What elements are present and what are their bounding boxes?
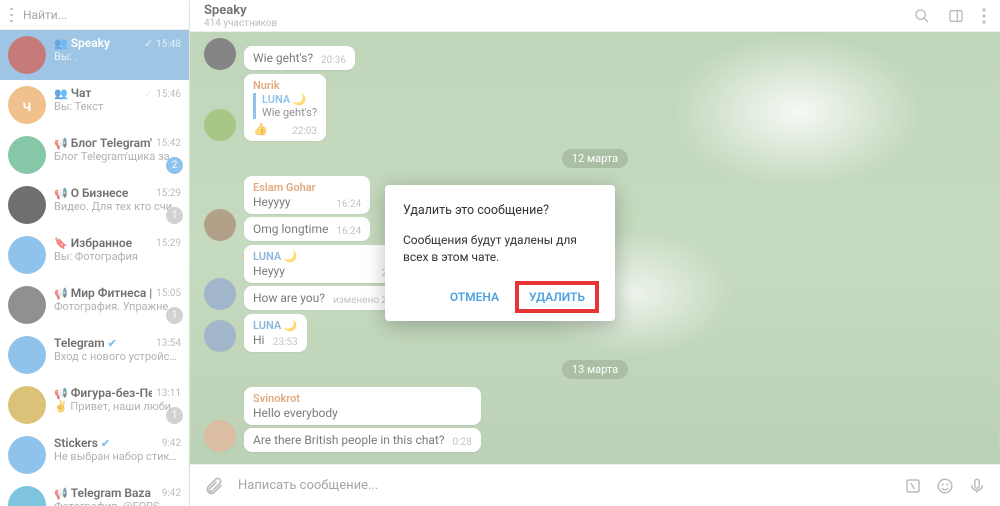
cancel-button[interactable]: ОТМЕНА [438, 283, 511, 311]
modal-question: Удалить это сообщение? [403, 203, 597, 218]
modal-subtext: Сообщения будут удалены для всех в этом … [403, 232, 597, 266]
modal-overlay[interactable]: Удалить это сообщение? Сообщения будут у… [0, 0, 1000, 506]
delete-button[interactable]: УДАЛИТЬ [517, 283, 597, 311]
delete-modal: Удалить это сообщение? Сообщения будут у… [385, 185, 615, 322]
